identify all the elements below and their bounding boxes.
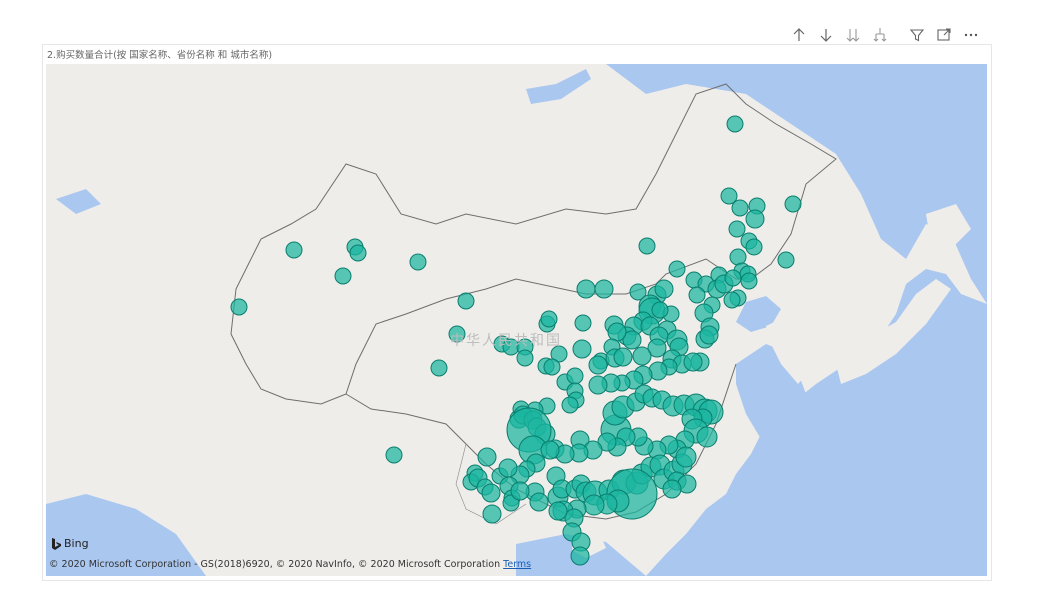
visual-title: 2.购买数量合计(按 国家名称、省份名称 和 城市名称)	[47, 50, 273, 61]
city-bubble[interactable]	[349, 244, 367, 262]
city-bubble[interactable]	[574, 314, 592, 332]
city-bubble[interactable]	[481, 483, 501, 503]
city-bubble[interactable]	[594, 279, 614, 299]
city-bubble[interactable]	[777, 251, 795, 269]
city-bubble[interactable]	[457, 292, 475, 310]
double-arrow-down-icon	[846, 29, 860, 42]
city-bubble[interactable]	[482, 504, 502, 524]
bing-logo-icon	[52, 537, 61, 550]
city-bubble[interactable]	[728, 220, 746, 238]
drill-up-button[interactable]	[790, 26, 808, 44]
city-bubble[interactable]	[668, 260, 686, 278]
map-canvas[interactable]: 中华人民共和国 Bing © 2020 Microsoft Corporatio…	[46, 64, 987, 576]
city-bubble[interactable]	[334, 267, 352, 285]
copyright-text: © 2020 Microsoft Corporation - GS(2018)6…	[49, 559, 501, 570]
city-bubble[interactable]	[745, 238, 763, 256]
city-bubble[interactable]	[613, 347, 633, 367]
city-bubble[interactable]	[230, 298, 248, 316]
fork-down-icon	[873, 28, 887, 42]
city-bubble[interactable]	[784, 195, 802, 213]
city-bubble[interactable]	[548, 501, 568, 521]
city-bubble[interactable]	[588, 375, 608, 395]
city-bubble[interactable]	[726, 115, 744, 133]
city-bubble[interactable]	[540, 310, 558, 328]
focus-mode-button[interactable]	[935, 26, 953, 44]
city-bubble[interactable]	[385, 446, 403, 464]
map-visual[interactable]: 2.购买数量合计(按 国家名称、省份名称 和 城市名称) 中华人民共和国 Bin…	[42, 44, 992, 581]
city-bubble[interactable]	[724, 269, 742, 287]
map-svg	[46, 64, 987, 576]
city-bubble[interactable]	[409, 253, 427, 271]
city-bubble[interactable]	[696, 426, 718, 448]
more-options-button[interactable]	[962, 26, 980, 44]
city-bubble[interactable]	[745, 209, 765, 229]
bing-attribution: Bing	[52, 537, 89, 550]
city-bubble[interactable]	[662, 479, 682, 499]
city-bubble[interactable]	[654, 279, 674, 299]
next-level-button[interactable]	[844, 26, 862, 44]
city-bubble[interactable]	[510, 481, 530, 501]
japan-hokkaido	[926, 204, 971, 249]
city-bubble[interactable]	[566, 367, 584, 385]
city-bubble[interactable]	[607, 322, 627, 342]
focus-icon	[937, 28, 951, 41]
city-bubble[interactable]	[477, 447, 497, 467]
terms-link[interactable]: Terms	[503, 559, 531, 570]
city-bubble[interactable]	[675, 446, 697, 468]
city-bubble[interactable]	[516, 349, 534, 367]
city-bubble[interactable]	[570, 546, 590, 566]
city-bubble[interactable]	[561, 396, 579, 414]
filter-button[interactable]	[908, 26, 926, 44]
city-bubble[interactable]	[430, 359, 448, 377]
drill-down-button[interactable]	[817, 26, 835, 44]
city-bubble[interactable]	[683, 352, 703, 372]
arrow-up-icon	[793, 28, 805, 41]
city-bubble[interactable]	[740, 272, 758, 290]
arrow-down-icon	[820, 29, 832, 42]
city-bubble[interactable]	[540, 440, 560, 460]
ellipsis-icon	[964, 33, 978, 37]
expand-hierarchy-button[interactable]	[871, 26, 889, 44]
city-bubble[interactable]	[285, 241, 303, 259]
city-bubble[interactable]	[729, 248, 747, 266]
city-bubble[interactable]	[699, 325, 719, 345]
city-bubble[interactable]	[543, 358, 561, 376]
city-bubble[interactable]	[529, 492, 549, 512]
city-bubble[interactable]	[576, 279, 596, 299]
filter-icon	[909, 29, 925, 42]
city-bubble[interactable]	[723, 291, 741, 309]
country-label: 中华人民共和国	[450, 333, 562, 349]
city-bubble[interactable]	[498, 458, 518, 478]
bing-label: Bing	[64, 537, 89, 550]
city-bubble[interactable]	[688, 286, 706, 304]
city-bubble[interactable]	[651, 301, 669, 319]
copyright-notice: © 2020 Microsoft Corporation - GS(2018)6…	[49, 559, 531, 570]
city-bubble[interactable]	[588, 355, 608, 375]
visual-header-toolbar	[790, 24, 980, 46]
city-bubble[interactable]	[583, 494, 605, 516]
city-bubble[interactable]	[638, 237, 656, 255]
city-bubble[interactable]	[731, 199, 749, 217]
city-bubble[interactable]	[572, 339, 592, 359]
city-bubble[interactable]	[632, 346, 652, 366]
